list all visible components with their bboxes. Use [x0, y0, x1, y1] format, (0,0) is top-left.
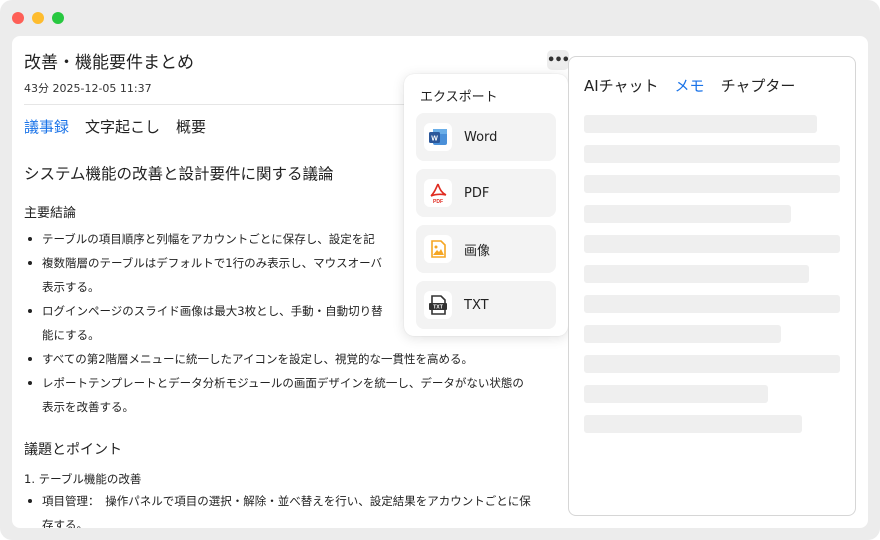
- tab-memo[interactable]: メモ: [675, 75, 705, 96]
- tab-chapters[interactable]: チャプター: [721, 75, 796, 96]
- txt-icon: TXT: [424, 291, 452, 319]
- skeleton-line: [584, 175, 840, 193]
- doc-tabs: 議事録 文字起こし 概要: [24, 116, 206, 137]
- export-menu-title: エクスポート: [420, 90, 498, 105]
- minimize-window-button[interactable]: [32, 12, 44, 24]
- export-word-button[interactable]: W Word: [416, 113, 556, 161]
- tab-ai-chat[interactable]: AIチャット: [584, 75, 659, 96]
- export-txt-label: TXT: [464, 297, 489, 313]
- skeleton-line: [584, 145, 840, 163]
- svg-text:W: W: [431, 136, 438, 143]
- document-pane: 改善・機能要件まとめ 43分 2025-12-05 11:37 ••• 議事録 …: [24, 36, 570, 528]
- more-options-button[interactable]: •••: [547, 50, 570, 70]
- export-txt-button[interactable]: TXT TXT: [416, 281, 556, 329]
- zoom-window-button[interactable]: [52, 12, 64, 24]
- side-panel-tabs: AIチャット メモ チャプター: [584, 75, 795, 96]
- more-icon: •••: [547, 52, 570, 68]
- skeleton-line: [584, 325, 782, 343]
- header-divider: [24, 104, 404, 105]
- export-pdf-label: PDF: [464, 185, 490, 201]
- skeleton-line: [584, 415, 802, 433]
- loading-skeleton: [584, 115, 840, 445]
- list-item: レポートテンプレートとデータ分析モジュールの画面デザインを統一し、データがない状…: [24, 371, 564, 419]
- tab-summary[interactable]: 概要: [176, 116, 206, 137]
- export-word-label: Word: [464, 129, 498, 145]
- tab-transcript[interactable]: 文字起こし: [85, 116, 160, 137]
- export-image-button[interactable]: 画像: [416, 225, 556, 273]
- topic-bullets: 項目管理： 操作パネルで項目の選択・解除・並べ替えを行い、設定結果をアカウントご…: [24, 489, 564, 528]
- side-panel: AIチャット メモ チャプター: [568, 56, 856, 516]
- skeleton-line: [584, 265, 810, 283]
- main-content: 改善・機能要件まとめ 43分 2025-12-05 11:37 ••• 議事録 …: [12, 36, 868, 528]
- list-item: すべての第2階層メニューに統一したアイコンを設定し、視覚的な一貫性を高める。: [24, 347, 564, 371]
- skeleton-line: [584, 355, 840, 373]
- word-icon: W: [424, 123, 452, 151]
- pdf-icon: PDF: [424, 179, 452, 207]
- export-pdf-button[interactable]: PDF PDF: [416, 169, 556, 217]
- window-controls: [12, 12, 64, 24]
- topics-title: 議題とポイント: [24, 442, 122, 458]
- skeleton-line: [584, 235, 840, 253]
- page-title: 改善・機能要件まとめ: [24, 53, 194, 73]
- skeleton-line: [584, 385, 769, 403]
- skeleton-line: [584, 205, 792, 223]
- skeleton-line: [584, 115, 817, 133]
- topics-section: 議題とポイント 1. テーブル機能の改善 項目管理： 操作パネルで項目の選択・解…: [24, 439, 564, 528]
- list-item: 項目管理： 操作パネルで項目の選択・解除・並べ替えを行い、設定結果をアカウントご…: [24, 489, 564, 528]
- close-window-button[interactable]: [12, 12, 24, 24]
- svg-text:TXT: TXT: [433, 305, 444, 311]
- skeleton-line: [584, 295, 840, 313]
- svg-text:PDF: PDF: [433, 199, 443, 204]
- tab-minutes[interactable]: 議事録: [24, 116, 69, 137]
- topic-heading: 1. テーブル機能の改善: [24, 472, 142, 486]
- meeting-meta: 43分 2025-12-05 11:37: [24, 82, 152, 95]
- image-icon: [424, 235, 452, 263]
- app-window: 改善・機能要件まとめ 43分 2025-12-05 11:37 ••• 議事録 …: [0, 0, 880, 540]
- export-image-label: 画像: [464, 243, 491, 259]
- export-menu: エクスポート W Word PDF PDF 画像 TXT TXT: [404, 74, 568, 336]
